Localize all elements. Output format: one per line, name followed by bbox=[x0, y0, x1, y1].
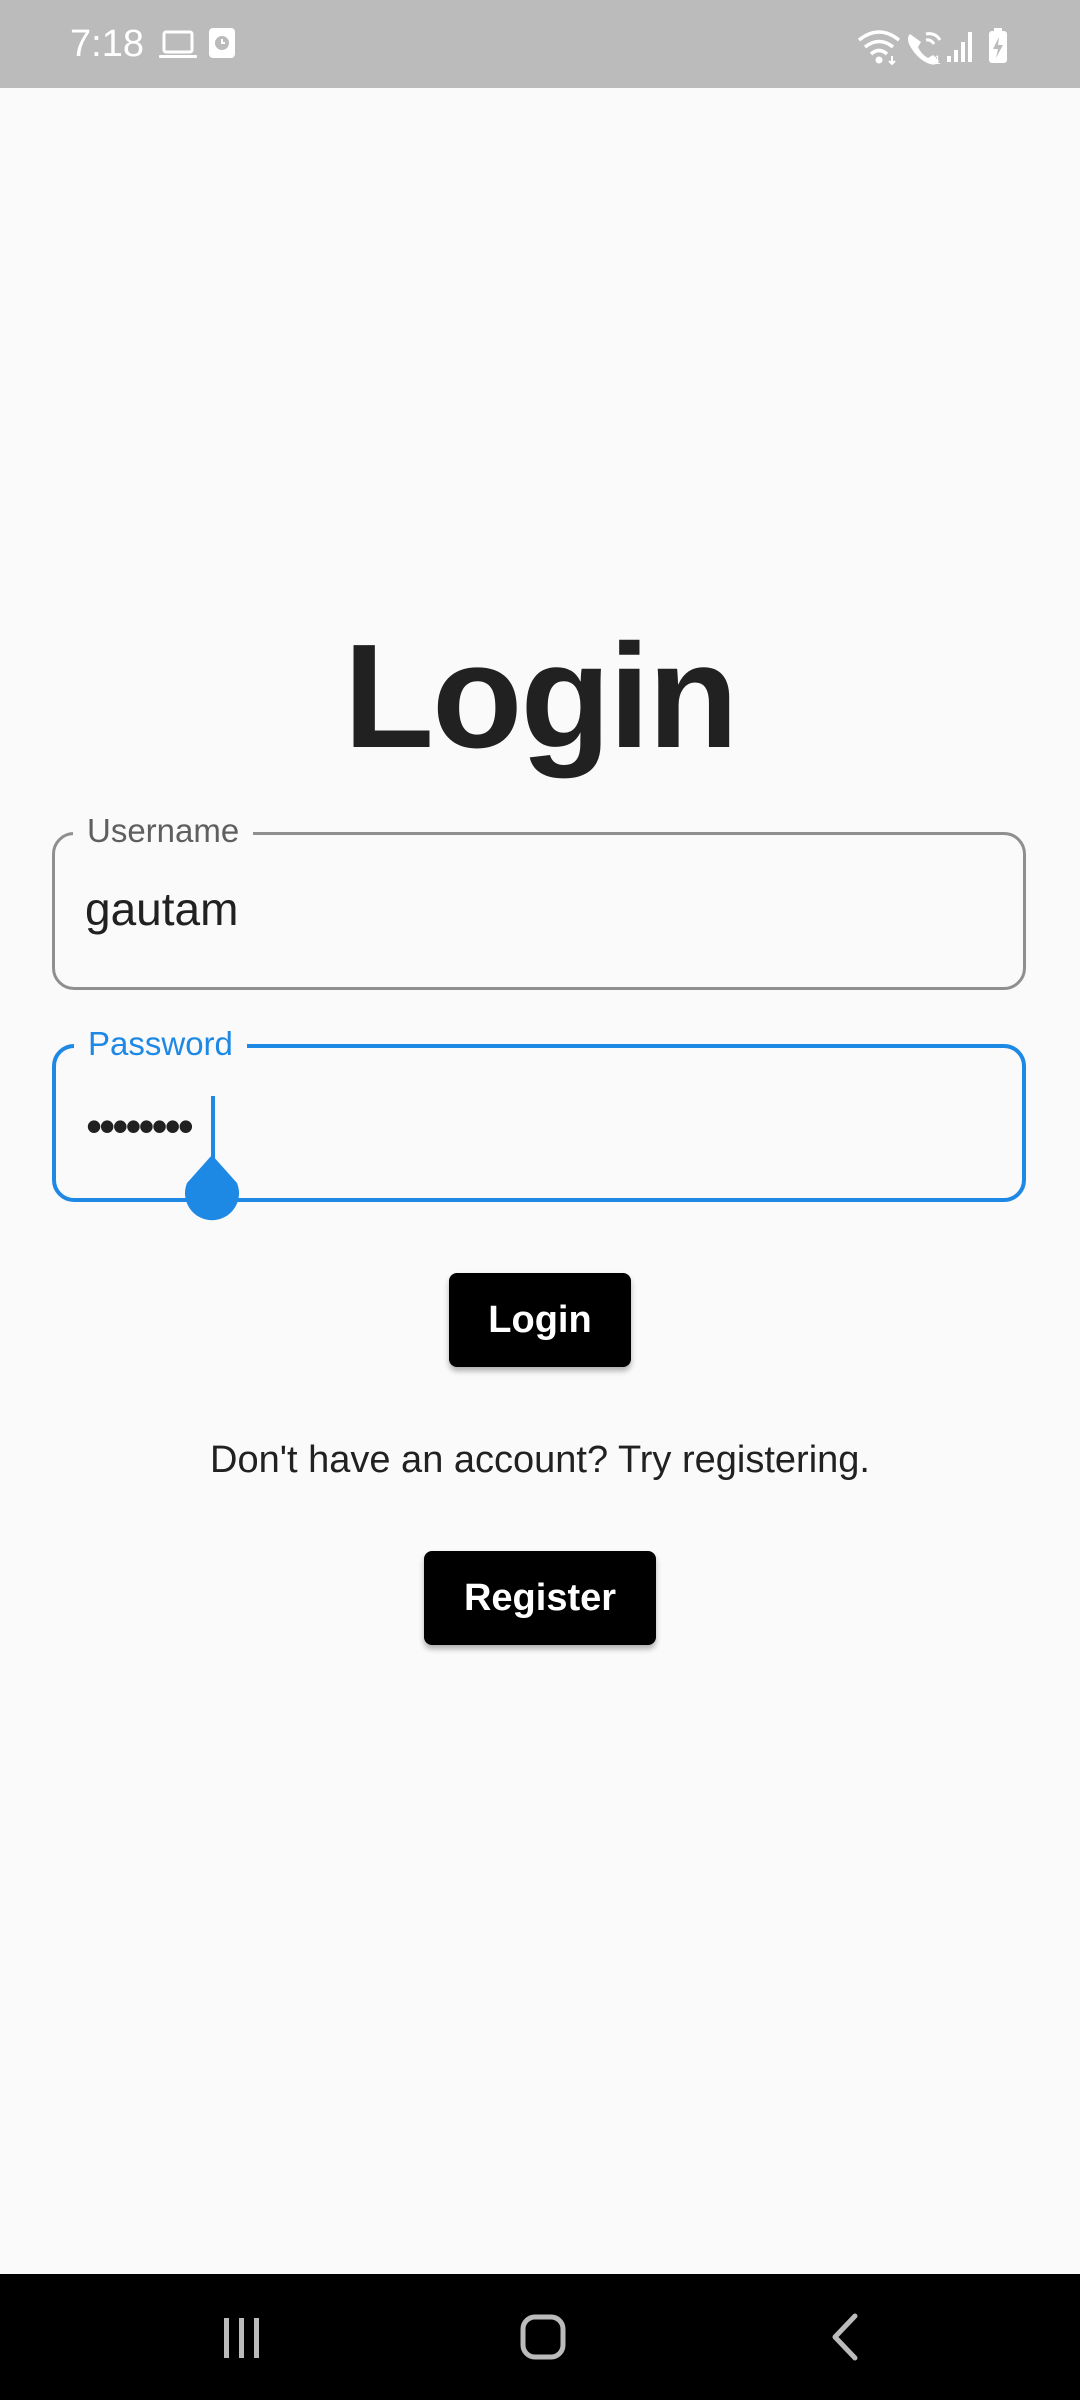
navigation-bar bbox=[0, 2274, 1080, 2400]
svg-text:1: 1 bbox=[934, 53, 941, 66]
cursor-handle-icon[interactable] bbox=[181, 1153, 243, 1223]
username-value[interactable]: gautam bbox=[85, 877, 238, 941]
register-prompt: Don't have an account? Try registering. bbox=[210, 1439, 870, 1481]
password-value[interactable]: •••••••• bbox=[86, 1098, 194, 1154]
laptop-icon bbox=[159, 30, 197, 58]
clock-notification-icon bbox=[209, 28, 235, 58]
recents-icon[interactable] bbox=[196, 2304, 286, 2370]
text-cursor bbox=[211, 1096, 215, 1160]
status-time: 7:18 bbox=[70, 23, 144, 65]
home-icon[interactable] bbox=[498, 2304, 588, 2370]
wifi-icon bbox=[857, 30, 901, 66]
password-label: Password bbox=[74, 1022, 247, 1066]
register-button[interactable]: Register bbox=[424, 1551, 656, 1645]
status-bar: 7:18 1 bbox=[0, 0, 1080, 88]
username-label: Username bbox=[73, 809, 254, 853]
username-field[interactable]: Username gautam bbox=[52, 809, 1026, 990]
wifi-calling-icon: 1 bbox=[908, 32, 942, 66]
password-field[interactable]: Password •••••••• bbox=[52, 1022, 1026, 1221]
back-icon[interactable] bbox=[800, 2304, 890, 2370]
signal-icon bbox=[947, 32, 972, 62]
page-title: Login bbox=[343, 614, 739, 779]
battery-charging-icon bbox=[989, 28, 1007, 63]
login-button[interactable]: Login bbox=[449, 1273, 631, 1367]
